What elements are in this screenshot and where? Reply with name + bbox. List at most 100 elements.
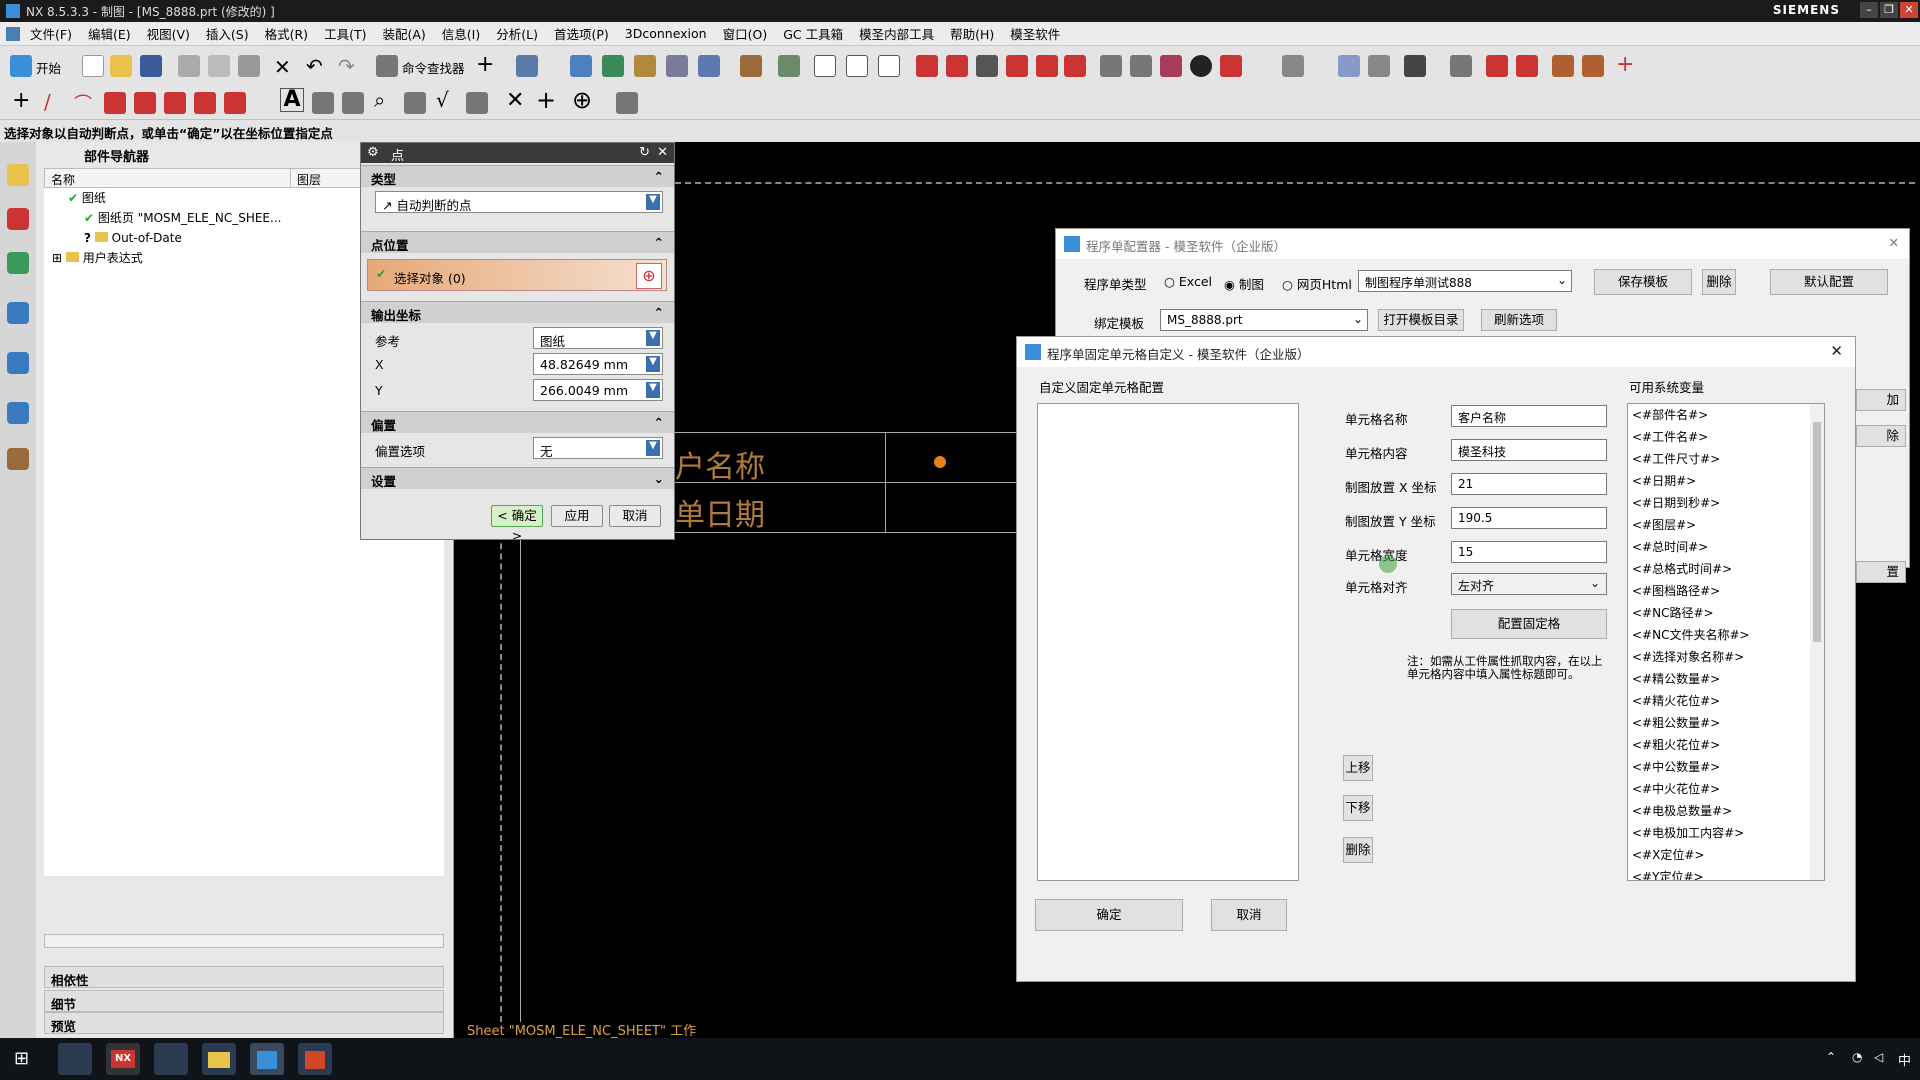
part-navigator-tab-icon[interactable] [7, 164, 29, 186]
tool-icon-15[interactable] [1006, 55, 1028, 77]
tool-icon-17[interactable] [1064, 55, 1086, 77]
tool-icon-37[interactable] [342, 92, 364, 114]
x-input[interactable]: 48.82649 mm ▼ [533, 353, 663, 375]
chevron-down-icon[interactable]: ▼ [646, 356, 660, 372]
list-item[interactable]: <#日期到秒#> [1628, 492, 1824, 514]
menu-format[interactable]: 格式(R) [257, 24, 316, 43]
refresh-options-button[interactable]: 刷新选项 [1481, 309, 1557, 331]
system-variables-list[interactable]: <#部件名#> <#工件名#> <#工件尺寸#> <#日期#> <#日期到秒#>… [1627, 403, 1825, 881]
cell-ok-button[interactable]: 确定 [1035, 899, 1183, 931]
tool-icon-11[interactable] [878, 55, 900, 77]
point-icon[interactable]: + [12, 88, 30, 113]
tool-icon-16[interactable] [1036, 55, 1058, 77]
target-icon[interactable]: ⊕ [572, 86, 592, 114]
list-item[interactable]: <#NC路径#> [1628, 602, 1824, 624]
tool-icon-10[interactable] [846, 55, 868, 77]
section-type[interactable]: 类型 ⌃ [361, 165, 674, 187]
delete-cell-button[interactable]: 删除 [1343, 837, 1373, 863]
panel-preview[interactable]: 预览 [44, 1012, 444, 1034]
close-icon[interactable]: ✕ [657, 145, 668, 160]
list-item[interactable]: <#精公数量#> [1628, 668, 1824, 690]
tool-icon-3[interactable] [602, 55, 624, 77]
tool-icon-32[interactable] [134, 92, 156, 114]
tool-icon-34[interactable] [194, 92, 216, 114]
menu-assembly[interactable]: 装配(A) [374, 24, 433, 43]
template-select[interactable]: 制图程序单测试888 ⌄ [1358, 270, 1572, 292]
y-input[interactable]: 266.0049 mm ▼ [533, 379, 663, 401]
add-button-partial[interactable]: 加 [1856, 389, 1906, 411]
tool-icon-39[interactable] [466, 92, 488, 114]
menu-help[interactable]: 帮助(H) [942, 24, 1002, 43]
check-mark-icon[interactable]: √ [436, 88, 449, 112]
cell-width-input[interactable]: 15 [1451, 541, 1607, 563]
reference-select[interactable]: 图纸 ▼ [533, 327, 663, 349]
tool-icon-18[interactable] [1100, 55, 1122, 77]
list-item[interactable]: <#日期#> [1628, 470, 1824, 492]
tool-icon-1[interactable] [516, 55, 538, 77]
taskbar-app-3[interactable] [154, 1043, 188, 1075]
list-item[interactable]: <#图层#> [1628, 514, 1824, 536]
panel-dependencies[interactable]: 相依性 [44, 966, 444, 988]
open-icon[interactable] [110, 55, 132, 77]
list-item[interactable]: <#中公数量#> [1628, 756, 1824, 778]
tool-icon-2[interactable] [570, 55, 592, 77]
save-icon[interactable] [140, 55, 162, 77]
list-item[interactable]: <#工件名#> [1628, 426, 1824, 448]
arc-icon[interactable]: ⌒ [74, 90, 92, 116]
magnifier-icon[interactable]: ⌕ [374, 88, 385, 112]
list-item[interactable]: <#精火花位#> [1628, 690, 1824, 712]
tool-icon-33[interactable] [164, 92, 186, 114]
list-item[interactable]: <#工件尺寸#> [1628, 448, 1824, 470]
tool-icon-7[interactable] [740, 55, 762, 77]
taskbar-powerpoint-icon[interactable] [298, 1043, 332, 1075]
close-button[interactable]: ✕ [1900, 2, 1918, 18]
panel-details[interactable]: 细节 [44, 990, 444, 1012]
menu-internal-tools[interactable]: 模圣内部工具 [851, 24, 942, 43]
windows-start-icon[interactable]: ⊞ [14, 1048, 29, 1069]
list-item[interactable]: <#总时间#> [1628, 536, 1824, 558]
tool-icon-36[interactable] [312, 92, 334, 114]
taskbar-mosm-icon[interactable] [250, 1043, 284, 1075]
tool-icon-19[interactable] [1130, 55, 1152, 77]
tool-icon-14[interactable] [976, 55, 998, 77]
bind-template-select[interactable]: MS_8888.prt ⌄ [1160, 309, 1368, 331]
list-item[interactable]: <#X定位#> [1628, 844, 1824, 866]
point-dialog-crosshair-icon[interactable]: ⊕ [636, 263, 662, 289]
start-icon[interactable] [10, 55, 32, 77]
menu-mosm-software[interactable]: 模圣软件 [1002, 24, 1068, 43]
tool-icon-4[interactable] [634, 55, 656, 77]
assembly-navigator-tab-icon[interactable] [7, 208, 29, 230]
tool-icon-24[interactable] [1338, 55, 1360, 77]
settings-icon[interactable] [1368, 55, 1390, 77]
cell-cancel-button[interactable]: 取消 [1211, 899, 1287, 931]
config-button-partial[interactable]: 置 [1856, 561, 1906, 583]
menu-view[interactable]: 视图(V) [139, 24, 198, 43]
line-icon[interactable]: / [44, 90, 51, 114]
clock-icon[interactable] [7, 402, 29, 424]
move-up-button[interactable]: 上移 [1343, 755, 1373, 781]
list-item[interactable]: <#中火花位#> [1628, 778, 1824, 800]
tool-icon-26[interactable] [1450, 55, 1472, 77]
point-ok-button[interactable]: < 确定 > [491, 505, 543, 543]
crosshair-icon[interactable]: + [1616, 52, 1634, 77]
scrollbar-thumb[interactable] [1813, 422, 1821, 642]
plus-icon[interactable]: + [476, 52, 494, 77]
text-icon[interactable]: A [280, 88, 304, 112]
tool-icon-22[interactable] [1220, 55, 1242, 77]
list-item[interactable]: <#电极总数量#> [1628, 800, 1824, 822]
vertical-scrollbar[interactable] [1810, 404, 1824, 880]
radio-html[interactable]: ○ 网页Html [1282, 274, 1352, 293]
menu-edit[interactable]: 编辑(E) [80, 24, 139, 43]
expand-icon[interactable]: ⊞ [52, 251, 62, 265]
image-icon[interactable] [616, 92, 638, 114]
tool-icon-27[interactable] [1486, 55, 1508, 77]
tool-icon-35[interactable] [224, 92, 246, 114]
chevron-down-icon[interactable]: ▼ [646, 382, 660, 398]
command-finder-icon[interactable] [376, 55, 398, 77]
list-item[interactable]: <#部件名#> [1628, 404, 1824, 426]
cell-config-list[interactable] [1037, 403, 1299, 881]
cross-icon[interactable]: ✕ [506, 88, 524, 113]
roles-tab-icon[interactable] [7, 448, 29, 470]
tool-icon-6[interactable] [698, 55, 720, 77]
offset-select[interactable]: 无 ▼ [533, 437, 663, 459]
